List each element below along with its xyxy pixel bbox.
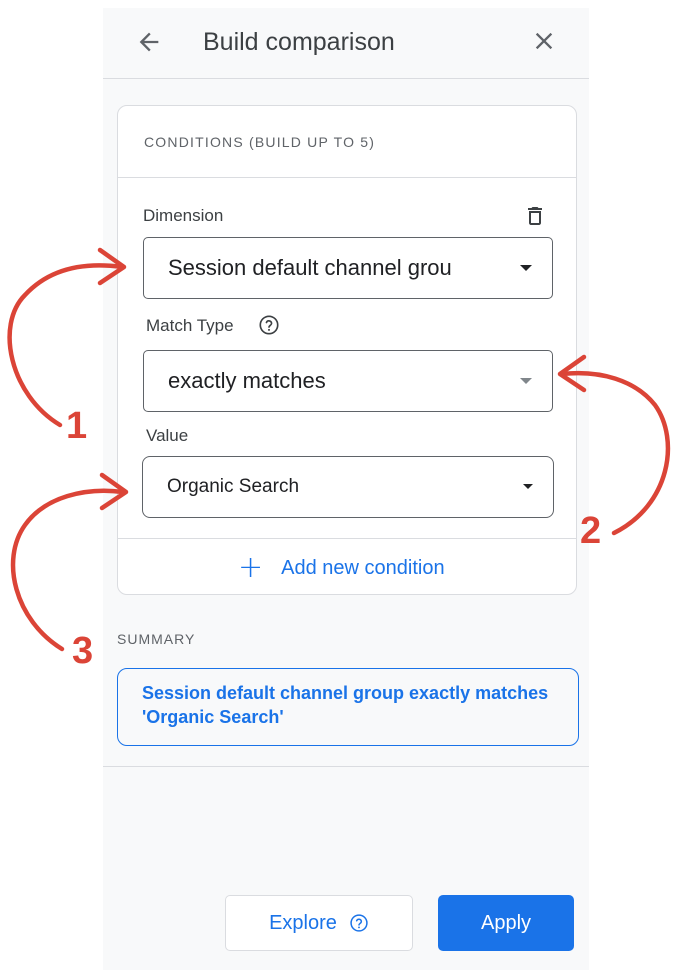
summary-box: Session default channel group exactly ma… [117, 668, 579, 746]
annotation-number-3: 3 [72, 630, 94, 672]
match-type-select[interactable]: exactly matches [143, 350, 553, 412]
add-condition-button[interactable]: + Add new condition [238, 552, 445, 584]
match-type-value: exactly matches [168, 368, 326, 393]
delete-icon[interactable] [523, 204, 547, 228]
dimension-value: Session default channel grou [168, 255, 452, 280]
dimension-select[interactable]: Session default channel grou [143, 237, 553, 299]
summary-text: Session default channel group exactly ma… [142, 683, 549, 727]
arrow-back-icon [139, 32, 159, 52]
explore-label: Explore [269, 911, 337, 934]
conditions-card: CONDITIONS (BUILD UP TO 5) Dimension Ses… [117, 105, 577, 595]
value-label: Value [146, 426, 189, 445]
conditions-header: CONDITIONS (BUILD UP TO 5) [118, 106, 576, 178]
add-condition-label: Add new condition [281, 556, 445, 579]
screenshot-stage: Build comparison CONDITIONS (BUILD UP TO… [0, 0, 687, 977]
apply-label: Apply [480, 911, 532, 934]
back-button[interactable] [133, 26, 165, 58]
divider [118, 538, 576, 539]
close-icon [535, 32, 553, 50]
dropdown-arrow-icon [520, 265, 532, 271]
annotation-number-2: 2 [580, 510, 602, 552]
dropdown-arrow-icon [523, 484, 533, 489]
dropdown-arrow-icon [520, 378, 532, 384]
dimension-label: Dimension [143, 206, 224, 225]
conditions-heading: CONDITIONS (BUILD UP TO 5) [144, 134, 376, 150]
explore-button[interactable]: Explore [225, 895, 413, 951]
summary-label: SUMMARY [117, 631, 196, 647]
annotation-number-1: 1 [66, 405, 88, 447]
build-comparison-panel: Build comparison CONDITIONS (BUILD UP TO… [103, 8, 589, 970]
panel-header: Build comparison [103, 8, 589, 79]
divider [103, 766, 589, 767]
match-type-label: Match Type [146, 316, 234, 335]
help-icon [350, 914, 368, 932]
close-button[interactable] [527, 24, 561, 58]
value-value: Organic Search [167, 476, 300, 497]
apply-button[interactable]: Apply [438, 895, 574, 951]
page-title: Build comparison [203, 28, 395, 56]
value-select[interactable]: Organic Search [142, 456, 554, 518]
plus-icon: + [238, 550, 264, 585]
help-icon[interactable] [258, 314, 280, 336]
